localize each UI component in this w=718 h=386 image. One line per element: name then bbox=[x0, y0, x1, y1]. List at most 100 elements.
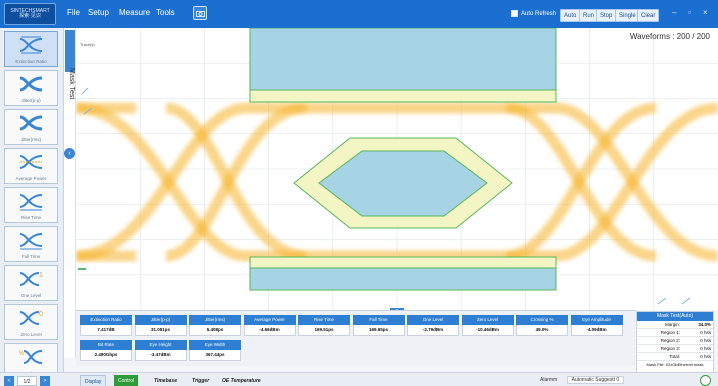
logo-line-2: 探索·见识 bbox=[19, 13, 41, 19]
menu-setup[interactable]: Setup bbox=[88, 8, 109, 17]
measurement-label: Average Power bbox=[243, 315, 296, 325]
measurement-label: Bit Rate bbox=[80, 340, 132, 350]
screenshot-button[interactable] bbox=[193, 6, 207, 20]
bottom-bar: < 1/2 > Display Control Timebase Trigger… bbox=[0, 372, 718, 386]
measurement-cell: Jitter(p-p) 31.051ps bbox=[134, 315, 187, 336]
eye-trace bbox=[75, 102, 247, 262]
status-label: Alarmm bbox=[540, 377, 558, 383]
eye-avg-power-icon bbox=[19, 155, 43, 169]
mask-result-key: Region 1: bbox=[660, 330, 680, 335]
auto-refresh-checkbox[interactable] bbox=[511, 10, 518, 17]
measurement-value: 5.408ps bbox=[189, 325, 241, 336]
auto-button[interactable]: Auto bbox=[560, 9, 581, 22]
measurement-value: -4.09dBm bbox=[570, 325, 623, 336]
mask-result-row: Region 2: 0 hits bbox=[637, 337, 713, 345]
measurement-value: 169.65ps bbox=[352, 325, 405, 336]
minimize-button[interactable]: – bbox=[672, 8, 676, 17]
measurement-label: Eye Width bbox=[189, 340, 241, 350]
measurement-value: -2.79dBm bbox=[407, 325, 459, 336]
tab-oe-temperature[interactable]: OE Temperature bbox=[218, 375, 265, 386]
restore-button[interactable]: ▫ bbox=[688, 8, 691, 17]
sidebar-item-zero-level[interactable]: 0 Zero Level bbox=[4, 304, 58, 340]
refresh-icon[interactable] bbox=[700, 375, 711, 386]
measurement-sidebar: Extinction Ratio Jitter(p-p) Jitter(rms)… bbox=[0, 28, 64, 386]
eye-trace bbox=[75, 102, 247, 262]
measurement-value: 49.0% bbox=[516, 325, 568, 336]
trace-tag: Trace(s) bbox=[80, 42, 95, 47]
mask-result-value: 0 hits bbox=[700, 346, 711, 351]
eye-jitter-rms-icon bbox=[19, 115, 43, 131]
eye-crossing-icon: % bbox=[19, 350, 43, 364]
eye-trace bbox=[165, 102, 307, 262]
measurement-cell: Crossing % 49.0% bbox=[516, 315, 568, 336]
sidebar-item-average-power[interactable]: Average Power bbox=[4, 148, 58, 184]
measurement-label: Extinction Ratio bbox=[80, 315, 132, 325]
measurement-value: -3.47dBm bbox=[134, 350, 187, 361]
tab-trigger[interactable]: Trigger bbox=[188, 375, 213, 386]
measurement-label: Crossing % bbox=[516, 315, 568, 325]
mask-result-key: Region 2: bbox=[660, 338, 680, 343]
measurement-label: Jitter(p-p) bbox=[134, 315, 187, 325]
measurement-cell: Rise Time 169.51ps bbox=[298, 315, 350, 336]
sidebar-item-extinction-ratio[interactable]: Extinction Ratio bbox=[4, 31, 58, 67]
measurement-label: Fall Time bbox=[352, 315, 405, 325]
measurement-label: Eye Amplitude bbox=[570, 315, 623, 325]
measurement-value: 7.417dB bbox=[80, 325, 132, 336]
sidebar-item-label: Average Power bbox=[15, 176, 47, 181]
sidebar-item-rise-time[interactable]: Rise Time bbox=[4, 187, 58, 223]
measurement-value: 367.44ps bbox=[189, 350, 241, 361]
measurement-cell: Zero Level -10.46dBm bbox=[461, 315, 514, 336]
mask-result-key: Margin: bbox=[664, 322, 680, 327]
waveforms-counter: Waveforms : 200 / 200 bbox=[629, 32, 710, 41]
tab-display[interactable]: Display bbox=[80, 375, 107, 386]
menu-measure[interactable]: Measure bbox=[119, 8, 150, 17]
eye-one-level-icon: 1 bbox=[19, 272, 43, 286]
sidebar-item-label: One Level bbox=[20, 293, 42, 298]
measurement-value: -10.46dBm bbox=[461, 325, 514, 336]
mask-results-rows: Margin: 34.0% Region 1: 0 hits Region 2: 0 hi… bbox=[637, 321, 713, 361]
side-tab-indicator[interactable] bbox=[65, 30, 75, 72]
sidebar-item-jitter-pp[interactable]: Jitter(p-p) bbox=[4, 70, 58, 106]
mask-result-key: Total: bbox=[669, 354, 680, 359]
mask-result-value: 0 hits bbox=[700, 338, 711, 343]
eye-diagram-canvas bbox=[75, 27, 718, 310]
menu-tools[interactable]: Tools bbox=[156, 8, 175, 17]
eye-fall-time-icon bbox=[19, 233, 43, 250]
title-bar: SINTECHSMART 探索·见识 File Setup Measure To… bbox=[0, 0, 718, 28]
tab-timebase[interactable]: Timebase bbox=[150, 375, 181, 386]
single-button[interactable]: Single bbox=[615, 9, 640, 22]
menu-file[interactable]: File bbox=[67, 8, 80, 17]
measurement-label: Rise Time bbox=[298, 315, 350, 325]
mask-result-value: 0 hits bbox=[700, 330, 711, 335]
status-value: Automatic Suggestt 0 bbox=[566, 376, 625, 384]
chevron-left-icon[interactable]: ‹ bbox=[64, 148, 75, 159]
mask-top-region bbox=[249, 27, 557, 91]
eye-rise-time-icon bbox=[19, 194, 43, 211]
auto-refresh-toggle[interactable]: Auto Refresh bbox=[511, 10, 556, 17]
sidebar-item-label: Rise Time bbox=[20, 215, 41, 220]
measurement-table: Extinction Ratio 7.417dB Jitter(p-p) 31.051… bbox=[76, 310, 636, 366]
mask-result-row: Margin: 34.0% bbox=[637, 321, 713, 329]
measurement-cell: Extinction Ratio 7.417dB bbox=[80, 315, 132, 336]
prev-page-button[interactable]: < bbox=[4, 376, 14, 386]
next-page-button[interactable]: > bbox=[40, 376, 50, 386]
eye-diagram-plot: Waveforms : 200 / 200 bbox=[75, 27, 718, 310]
eye-trace bbox=[165, 102, 307, 262]
stop-button[interactable]: Stop bbox=[596, 9, 617, 22]
status-area: Alarmm Automatic Suggestt 0 bbox=[540, 375, 625, 386]
sidebar-item-jitter-rms[interactable]: Jitter(rms) bbox=[4, 109, 58, 145]
clear-button[interactable]: Clear bbox=[637, 9, 660, 22]
measurement-cell: Eye Amplitude -4.09dBm bbox=[570, 315, 623, 336]
mask-result-row: Region 3: 0 hits bbox=[637, 345, 713, 353]
measurement-cell: Eye Height -3.47dBm bbox=[134, 340, 187, 361]
close-button[interactable]: × bbox=[703, 8, 708, 17]
measurement-cell: Average Power -4.66dBm bbox=[243, 315, 296, 336]
tab-control[interactable]: Control bbox=[114, 375, 139, 386]
sidebar-item-fall-time[interactable]: Fall Time bbox=[4, 226, 58, 262]
sidebar-item-one-level[interactable]: 1 One Level bbox=[4, 265, 58, 301]
mask-result-value: 0 hits bbox=[700, 354, 711, 359]
sidebar-item-label: Extinction Ratio bbox=[15, 59, 47, 64]
mask-test-tab[interactable]: Mask Test bbox=[68, 68, 75, 99]
measurement-cell: Fall Time 169.65ps bbox=[352, 315, 405, 336]
measurement-label: One Level bbox=[407, 315, 459, 325]
